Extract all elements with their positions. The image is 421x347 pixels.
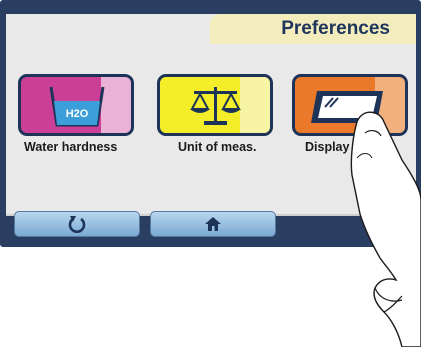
pointing-hand-illustration <box>350 111 421 347</box>
